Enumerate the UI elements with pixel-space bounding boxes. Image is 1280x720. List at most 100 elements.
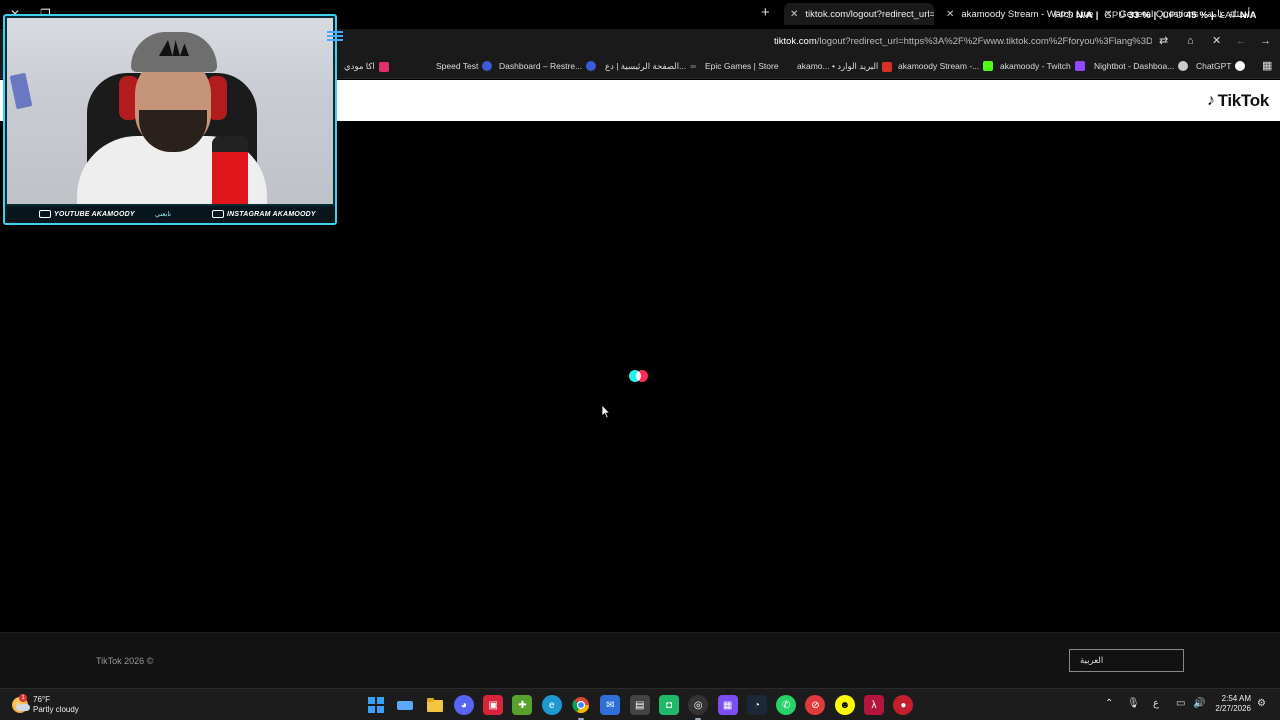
green-app-icon[interactable]: ◘ xyxy=(658,695,679,715)
back-icon[interactable]: → xyxy=(1260,34,1271,48)
bookmark-label: Speed Test xyxy=(436,61,479,71)
bookmark-item[interactable]: Speed Test xyxy=(436,61,493,71)
youtube-link: YOUTUBE AKAMOODY xyxy=(39,210,135,218)
tab-tiktok-logout[interactable]: ✕ tiktok.com/logout?redirect_url= xyxy=(784,3,934,25)
bookmark-label: ChatGPT xyxy=(1196,61,1232,71)
url-domain: tiktok.com xyxy=(774,36,817,47)
instagram-label: INSTAGRAM AKAMOODY xyxy=(227,210,316,218)
instagram-icon xyxy=(378,61,389,72)
file-explorer-icon[interactable] xyxy=(425,695,445,715)
clock-time: 2:54 AM xyxy=(1221,694,1251,703)
webcam-overlay: YOUTUBE AKAMOODY تابعني INSTAGRAM AKAMOO… xyxy=(3,14,337,225)
whatsapp-icon[interactable]: ✆ xyxy=(776,695,797,715)
minecraft-icon[interactable]: ✚ xyxy=(512,695,533,715)
grid-app-icon[interactable]: ▦ xyxy=(717,695,738,715)
copyright-text: TikTok 2026 © xyxy=(96,656,154,666)
antiban-app-icon[interactable]: ⊘ xyxy=(805,695,826,715)
gpu-label: GPU xyxy=(1104,10,1126,21)
outlook-icon[interactable]: ✉ xyxy=(600,695,621,715)
kick-icon xyxy=(983,61,994,71)
mouse-cursor-icon xyxy=(601,404,611,419)
edge-icon[interactable]: e xyxy=(541,695,562,715)
bookmark-item[interactable]: الصفحة الرئيسية | دع... ∞ xyxy=(605,61,696,72)
gpu-value: 33 % xyxy=(1128,10,1151,21)
loader-dot-red xyxy=(636,370,648,382)
bookmark-label: akamoody Stream -... xyxy=(898,61,980,71)
language-select[interactable]: العربية xyxy=(1069,649,1184,672)
microsoft-store-icon[interactable]: ▤ xyxy=(629,695,650,715)
lambda-app-icon[interactable]: λ xyxy=(864,695,885,715)
bookmark-item[interactable]: Epic Games | Store xyxy=(705,61,779,71)
url-field[interactable]: tiktok.com/logout?redirect_url=https%3A%… xyxy=(774,36,1152,47)
all-bookmarks-icon[interactable]: ▦ xyxy=(1262,59,1272,72)
instagram-icon xyxy=(212,210,224,218)
lat-label: LAT xyxy=(1219,10,1237,21)
weather-temp: 76°F xyxy=(33,695,50,704)
volume-icon[interactable]: 🔊 xyxy=(1193,698,1205,710)
taskbar-apps: ◕ ▣ ✚ e ✉ ▤ ◘ ◎ ▦ ◔ ✆ ⊘ ☻ λ ● xyxy=(366,695,923,720)
gmail-icon xyxy=(882,61,893,72)
cpu-label: CPU xyxy=(1162,10,1183,21)
bookmark-item[interactable]: Nightbot - Dashboa... xyxy=(1094,61,1189,71)
snapchat-icon[interactable]: ☻ xyxy=(834,695,855,715)
url-path: /logout?redirect_url=https%3A%2F%2Fwww.t… xyxy=(816,36,1152,47)
close-tab-icon[interactable]: ✕ xyxy=(790,9,798,20)
restream-icon xyxy=(482,61,493,71)
lat-value: N/A xyxy=(1239,10,1257,21)
wall-sticker xyxy=(9,72,33,110)
bookmark-item[interactable]: ChatGPT xyxy=(1196,61,1246,71)
bookmark-item[interactable]: Dashboard – Restre... xyxy=(499,61,597,71)
forward-icon[interactable]: ← xyxy=(1236,34,1247,48)
hamburger-menu-icon[interactable] xyxy=(327,31,343,43)
record-app-icon[interactable]: ● xyxy=(893,695,914,715)
twitch-icon xyxy=(1074,61,1085,71)
bookmark-label: Nightbot - Dashboa... xyxy=(1094,61,1175,71)
restream-icon xyxy=(586,61,597,71)
partly-cloudy-icon: 1 xyxy=(12,694,30,713)
microphone-icon[interactable]: 🎙 xyxy=(1127,698,1140,710)
weather-badge: 1 xyxy=(19,694,27,702)
youtube-icon xyxy=(39,210,51,218)
bookmark-label: الصفحة الرئيسية | دع... xyxy=(605,61,687,71)
show-hidden-icons-chevron-icon[interactable]: ⌃ xyxy=(1105,698,1113,710)
bookmark-item[interactable]: اكا مودي xyxy=(344,61,389,72)
obs-icon[interactable]: ◎ xyxy=(688,695,709,720)
follow-label: تابعني xyxy=(155,210,172,218)
red-app-icon[interactable]: ▣ xyxy=(483,695,504,715)
network-icon[interactable]: ▭ xyxy=(1176,698,1185,710)
task-view-icon[interactable] xyxy=(395,695,415,715)
site-settings-icon[interactable]: ⇄ xyxy=(1159,34,1168,48)
performance-overlay: FPS N/A | GPU 33 % | CPU 45 % | LAT N/A xyxy=(1054,10,1257,21)
bookmark-label: اكا مودي xyxy=(344,61,375,71)
weather-widget[interactable]: 1 76°F Partly cloudy xyxy=(12,694,79,715)
stop-icon[interactable]: ✕ xyxy=(1212,34,1221,48)
bookmark-item[interactable]: akamoody Stream -... xyxy=(898,61,994,71)
nightbot-icon xyxy=(1178,61,1189,71)
windows-taskbar: 1 76°F Partly cloudy ◕ ▣ ✚ e ✉ ▤ ◘ ◎ ▦ ◔… xyxy=(0,688,1280,720)
steam-icon[interactable]: ◔ xyxy=(746,695,767,715)
webcam-social-bar: YOUTUBE AKAMOODY تابعني INSTAGRAM AKAMOO… xyxy=(5,206,335,223)
system-clock[interactable]: 2:54 AM 2/27/2026 xyxy=(1211,694,1251,714)
discord-icon[interactable]: ◕ xyxy=(453,695,474,715)
windows-start-icon[interactable] xyxy=(366,695,386,715)
bookmark-label: akamo... • البريد الوارد xyxy=(797,61,879,71)
bookmark-label: Dashboard – Restre... xyxy=(499,61,583,71)
close-tab-icon[interactable]: ✕ xyxy=(946,9,954,20)
tiktok-logo-text: TikTok xyxy=(1217,91,1270,110)
home-icon[interactable]: ⌂ xyxy=(1187,34,1194,48)
bookmark-item[interactable]: akamo... • البريد الوارد xyxy=(797,61,893,72)
tiktok-logo[interactable]: ♪ TikTok xyxy=(1207,91,1269,111)
fps-label: FPS xyxy=(1054,10,1074,21)
chrome-icon[interactable] xyxy=(571,695,591,720)
notification-bell-icon[interactable]: ⚙ xyxy=(1257,698,1266,710)
tiktok-note-icon: ♪ xyxy=(1206,92,1215,109)
tiktok-footer: TikTok 2026 © العربية xyxy=(0,632,1280,688)
bookmark-item[interactable]: akamoody - Twitch xyxy=(1000,61,1085,71)
new-tab-icon[interactable]: + xyxy=(761,5,770,21)
microphone xyxy=(212,136,248,204)
input-language-indicator[interactable]: ع xyxy=(1153,698,1159,710)
webcam-video xyxy=(7,18,333,204)
youtube-label: YOUTUBE AKAMOODY xyxy=(54,210,135,218)
loading-spinner xyxy=(629,369,649,383)
cpu-value: 45 % xyxy=(1185,10,1209,21)
